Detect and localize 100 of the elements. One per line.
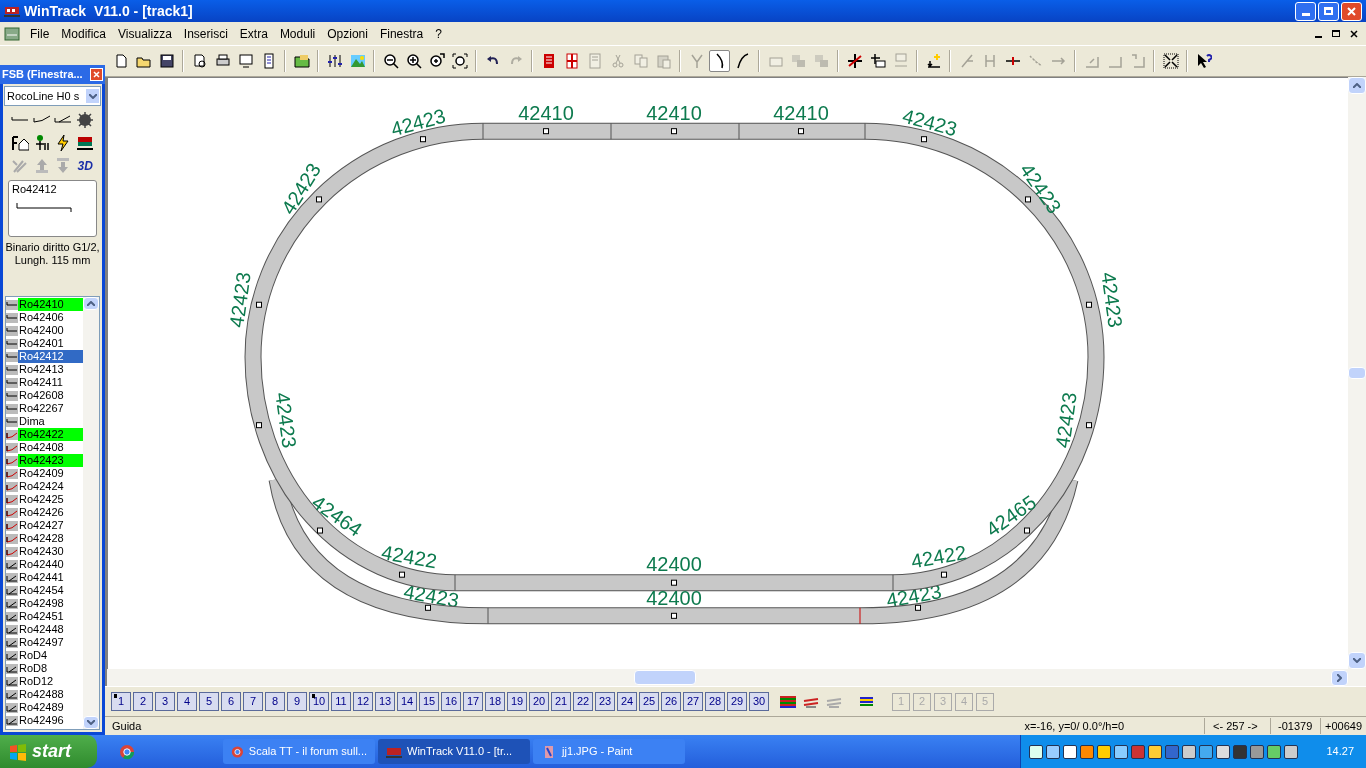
vertical-scrollbar[interactable] [1348, 77, 1366, 669]
layer-button[interactable]: 30 [749, 692, 769, 711]
catalog-dropdown[interactable]: RocoLine H0 s [4, 86, 101, 106]
layer-button[interactable]: 29 [727, 692, 747, 711]
layer-button[interactable]: 6 [221, 692, 241, 711]
taskbar-button[interactable]: WinTrack V11.0 - [tr... [378, 739, 530, 764]
layer-button[interactable]: 10 [309, 692, 329, 711]
catalog-item[interactable]: Ro42427 [18, 519, 83, 532]
tray-icon[interactable] [1029, 744, 1043, 759]
layer-button[interactable]: 26 [661, 692, 681, 711]
catalog-item[interactable]: Ro42410 [18, 298, 83, 311]
catalog-item[interactable]: Ro42422 [18, 428, 83, 441]
catalog-item[interactable]: Ro42400 [18, 324, 83, 337]
layer-button[interactable]: 14 [397, 692, 417, 711]
catalog-item[interactable]: Ro42409 [18, 467, 83, 480]
menu-item[interactable]: Finestra [373, 24, 430, 43]
layer-button[interactable]: 25 [639, 692, 659, 711]
browser-icon[interactable] [119, 743, 135, 760]
layer-button[interactable]: 15 [419, 692, 439, 711]
layer-button[interactable]: 23 [595, 692, 615, 711]
taskbar-button[interactable]: Scala TT - il forum sull... [223, 739, 375, 764]
scrollbar-thumb[interactable] [1348, 367, 1366, 379]
catalog-item[interactable]: Dima [18, 415, 83, 428]
catalog-item[interactable]: Ro42488 [18, 688, 83, 701]
menu-item[interactable]: Extra [233, 24, 274, 43]
catalog-item[interactable]: RoD12 [18, 675, 83, 688]
collapse-button[interactable] [1160, 50, 1181, 72]
tray-icon[interactable] [1182, 744, 1196, 759]
tray-icon[interactable] [1063, 744, 1077, 759]
catalog-item[interactable]: Ro42489 [18, 701, 83, 714]
catalog-item[interactable]: Ro42451 [18, 610, 83, 623]
layer-button[interactable]: 2 [133, 692, 153, 711]
catalog-item[interactable]: Ro42423 [18, 454, 83, 467]
layer-button[interactable]: 17 [463, 692, 483, 711]
view-3d-button[interactable]: 3D [77, 156, 93, 176]
catalog-item[interactable]: Ro42448 [18, 623, 83, 636]
track-piece[interactable] [268, 477, 1079, 625]
layer-button[interactable]: 24 [617, 692, 637, 711]
taskbar-button[interactable]: jj1.JPG - Paint [533, 739, 685, 764]
catalog-item[interactable]: Ro42498 [18, 597, 83, 610]
horizontal-scrollbar[interactable] [107, 669, 1366, 686]
menu-item[interactable]: Opzioni [321, 24, 374, 43]
zoom-fit-button[interactable] [449, 50, 470, 72]
list-scrollbar[interactable] [83, 297, 99, 729]
catalog-item[interactable]: Ro42441 [18, 571, 83, 584]
layer-button[interactable]: 7 [243, 692, 263, 711]
catalog-item[interactable]: Ro42430 [18, 545, 83, 558]
layer-button[interactable]: 4 [177, 692, 197, 711]
layer-button[interactable]: 16 [441, 692, 461, 711]
tray-icon[interactable] [1148, 744, 1162, 759]
tray-icon[interactable] [1046, 744, 1060, 759]
layer-button[interactable]: 5 [199, 692, 219, 711]
catalog-item[interactable]: Ro42497 [18, 636, 83, 649]
scrollbar-thumb[interactable] [634, 670, 696, 685]
layer-button[interactable]: 22 [573, 692, 593, 711]
layer-button[interactable]: 8 [265, 692, 285, 711]
catalog-item[interactable]: Ro42411 [18, 376, 83, 389]
layer-button[interactable]: 20 [529, 692, 549, 711]
catalog-item[interactable]: Ro42408 [18, 441, 83, 454]
tray-icon[interactable] [1080, 744, 1094, 759]
layer-button[interactable]: 1 [111, 692, 131, 711]
catalog-item[interactable]: RoD4 [18, 649, 83, 662]
menu-item[interactable]: Visualizza [112, 24, 178, 43]
layer-button[interactable]: 27 [683, 692, 703, 711]
layer-button[interactable]: 21 [551, 692, 571, 711]
tray-icon[interactable] [1114, 744, 1128, 759]
catalog-item[interactable]: Ro42412 [18, 350, 83, 363]
tray-icon[interactable] [1284, 744, 1298, 759]
tray-icon[interactable] [1267, 744, 1281, 759]
menu-item[interactable]: Inserisci [177, 24, 234, 43]
catalog-item[interactable]: Ro42406 [18, 311, 83, 324]
dropdown-arrow-button[interactable] [85, 88, 100, 104]
menu-item[interactable]: Moduli [273, 24, 322, 43]
catalog-item[interactable]: Ro42426 [18, 506, 83, 519]
curve-button[interactable] [709, 50, 730, 72]
layer-button[interactable]: 12 [353, 692, 373, 711]
tray-icon[interactable] [1097, 744, 1111, 759]
catalog-item[interactable]: Ro42454 [18, 584, 83, 597]
catalog-item[interactable]: Ro42496 [18, 714, 83, 727]
catalog-item[interactable]: Ro42425 [18, 493, 83, 506]
catalog-item[interactable]: Ro42424 [18, 480, 83, 493]
gear-icon[interactable] [75, 110, 96, 130]
layer-button[interactable]: 28 [705, 692, 725, 711]
layer-button[interactable]: 9 [287, 692, 307, 711]
menu-item[interactable]: ? [429, 24, 448, 43]
catalog-item[interactable]: Ro42401 [18, 337, 83, 350]
layer-button[interactable]: 19 [507, 692, 527, 711]
layer-button[interactable]: 11 [331, 692, 351, 711]
catalog-item[interactable]: Ro42440 [18, 558, 83, 571]
layer-button[interactable]: 3 [155, 692, 175, 711]
catalog-item[interactable]: RoD8 [18, 662, 83, 675]
layer-button[interactable]: 13 [375, 692, 395, 711]
catalog-item[interactable]: Ro42413 [18, 363, 83, 376]
menu-item[interactable]: Modifica [55, 24, 113, 43]
catalog-item[interactable]: Ro42267 [18, 402, 83, 415]
catalog-item[interactable]: Ro42608 [18, 389, 83, 402]
house-icon[interactable] [9, 133, 30, 153]
menu-item[interactable]: File [24, 24, 56, 43]
tray-icon[interactable] [1216, 744, 1230, 759]
layer-button[interactable]: 18 [485, 692, 505, 711]
